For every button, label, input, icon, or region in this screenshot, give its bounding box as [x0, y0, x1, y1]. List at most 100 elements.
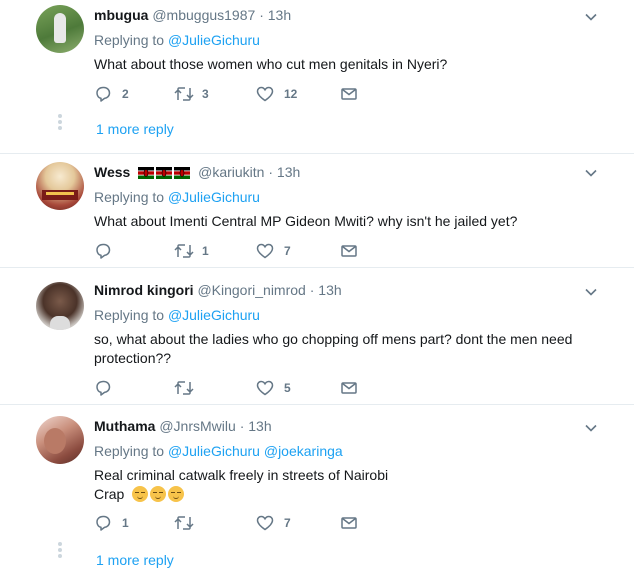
replying-to: Replying to @JulieGichuru	[94, 188, 598, 207]
chevron-down-icon[interactable]	[584, 10, 598, 24]
reply-button[interactable]: 1	[94, 514, 174, 532]
avatar[interactable]	[36, 416, 84, 464]
tweet-text: What about Imenti Central MP Gideon Mwit…	[94, 213, 518, 229]
avatar[interactable]	[36, 282, 84, 330]
reply-button[interactable]	[94, 379, 174, 397]
kenya-flag-icon	[138, 164, 155, 179]
retweet-icon	[174, 87, 194, 101]
avatar[interactable]	[36, 162, 84, 210]
user-handle[interactable]: @Kingori_nimrod	[197, 282, 305, 298]
timestamp[interactable]: 13h	[277, 164, 300, 180]
reply-button[interactable]	[94, 242, 174, 260]
direct-message-icon	[341, 245, 357, 257]
user-name[interactable]: Nimrod kingori	[94, 282, 194, 298]
tweet-text-line: protection??	[94, 350, 172, 366]
user-name[interactable]: mbugua	[94, 7, 148, 23]
retweet-button[interactable]	[174, 379, 256, 397]
separator-dot: ·	[259, 7, 264, 23]
direct-message-icon	[341, 382, 357, 394]
reply-icon	[96, 86, 111, 102]
replying-prefix: Replying to	[94, 443, 168, 459]
mention-link[interactable]: @joekaringa	[264, 443, 343, 459]
like-count: 7	[284, 516, 291, 530]
mention-link[interactable]: @JulieGichuru	[168, 443, 260, 459]
retweet-button[interactable]	[174, 514, 256, 532]
tweet-text-line: so, what about the ladies who go choppin…	[94, 331, 573, 347]
avatar[interactable]	[36, 5, 84, 53]
like-count: 7	[284, 244, 291, 258]
replying-prefix: Replying to	[94, 307, 168, 323]
chevron-down-icon[interactable]	[584, 421, 598, 435]
reply-count: 1	[122, 516, 129, 530]
more-replies-link[interactable]: 1 more reply	[96, 121, 174, 137]
timestamp[interactable]: 13h	[268, 7, 291, 23]
mention-link[interactable]: @JulieGichuru	[168, 307, 260, 323]
reply-count: 2	[122, 87, 129, 101]
mention-link[interactable]: @JulieGichuru	[168, 32, 260, 48]
like-button[interactable]: 5	[256, 379, 340, 397]
tweet-muthama[interactable]: Muthama @JnrsMwilu · 13h Replying to @Ju…	[0, 405, 634, 583]
direct-message-icon	[341, 88, 357, 100]
direct-message-button[interactable]	[340, 242, 358, 260]
like-button[interactable]: 7	[256, 514, 340, 532]
tweet-mbugua[interactable]: mbugua @mbuggus1987 · 13h Replying to @J…	[0, 0, 634, 153]
thread-connector	[58, 114, 62, 132]
tweet-nimrod-kingori[interactable]: Nimrod kingori @Kingori_nimrod · 13h Rep…	[0, 268, 634, 405]
tweet-text-line: Real criminal catwalk freely in streets …	[94, 467, 389, 483]
replying-prefix: Replying to	[94, 32, 168, 48]
separator-dot: ·	[309, 282, 315, 298]
reply-icon	[96, 243, 111, 259]
tweet-text-line-2: Crap	[94, 485, 598, 504]
tweet-text: Real criminal catwalk freely in streets …	[94, 466, 598, 504]
direct-message-button[interactable]	[340, 85, 358, 103]
kenya-flag-icon	[174, 164, 191, 179]
like-icon	[256, 515, 274, 531]
timestamp[interactable]: 13h	[248, 418, 271, 434]
reply-icon	[96, 515, 111, 531]
like-button[interactable]: 7	[256, 242, 340, 260]
kenya-flag-icon	[156, 164, 173, 179]
replying-to: Replying to @JulieGichuru @joekaringa	[94, 442, 598, 461]
retweet-icon	[174, 381, 194, 395]
like-count: 12	[284, 87, 298, 101]
user-name[interactable]: Wess	[94, 164, 130, 180]
separator-dot: ·	[239, 418, 245, 434]
mention-link[interactable]: @JulieGichuru	[168, 189, 260, 205]
like-icon	[256, 86, 274, 102]
tweet-wess[interactable]: Wess @kariukitn · 13h Replying to @Julie…	[0, 154, 634, 268]
like-icon	[256, 380, 274, 396]
user-handle[interactable]: @kariukitn	[198, 164, 264, 180]
user-handle[interactable]: @mbuggus1987	[152, 7, 255, 23]
retweet-icon	[174, 516, 194, 530]
retweet-count: 3	[202, 87, 209, 101]
like-icon	[256, 243, 274, 259]
user-handle[interactable]: @JnrsMwilu	[159, 418, 235, 434]
more-replies-link[interactable]: 1 more reply	[96, 552, 174, 568]
smirking-face-emoji	[168, 486, 185, 502]
thread-connector	[58, 542, 62, 560]
retweet-button[interactable]: 3	[174, 85, 256, 103]
direct-message-icon	[341, 517, 357, 529]
name-flags	[138, 164, 191, 179]
tweet-text: so, what about the ladies who go choppin…	[94, 330, 598, 368]
tweet-text-word: Crap	[94, 486, 125, 502]
direct-message-button[interactable]	[340, 379, 358, 397]
smirking-face-emoji	[150, 486, 167, 502]
direct-message-button[interactable]	[340, 514, 358, 532]
reply-icon	[96, 380, 111, 396]
like-count: 5	[284, 381, 291, 395]
smirking-face-emoji	[132, 486, 149, 502]
like-button[interactable]: 12	[256, 85, 340, 103]
retweet-button[interactable]: 1	[174, 242, 256, 260]
tweet-text: What about those women who cut men genit…	[94, 56, 448, 72]
retweet-icon	[174, 244, 194, 258]
replying-prefix: Replying to	[94, 189, 168, 205]
reply-button[interactable]: 2	[94, 85, 174, 103]
timestamp[interactable]: 13h	[318, 282, 341, 298]
user-name[interactable]: Muthama	[94, 418, 155, 434]
replying-to: Replying to @JulieGichuru	[94, 306, 598, 325]
chevron-down-icon[interactable]	[584, 285, 598, 299]
replying-to: Replying to @JulieGichuru	[94, 31, 598, 50]
retweet-count: 1	[202, 244, 209, 258]
chevron-down-icon[interactable]	[584, 166, 598, 180]
